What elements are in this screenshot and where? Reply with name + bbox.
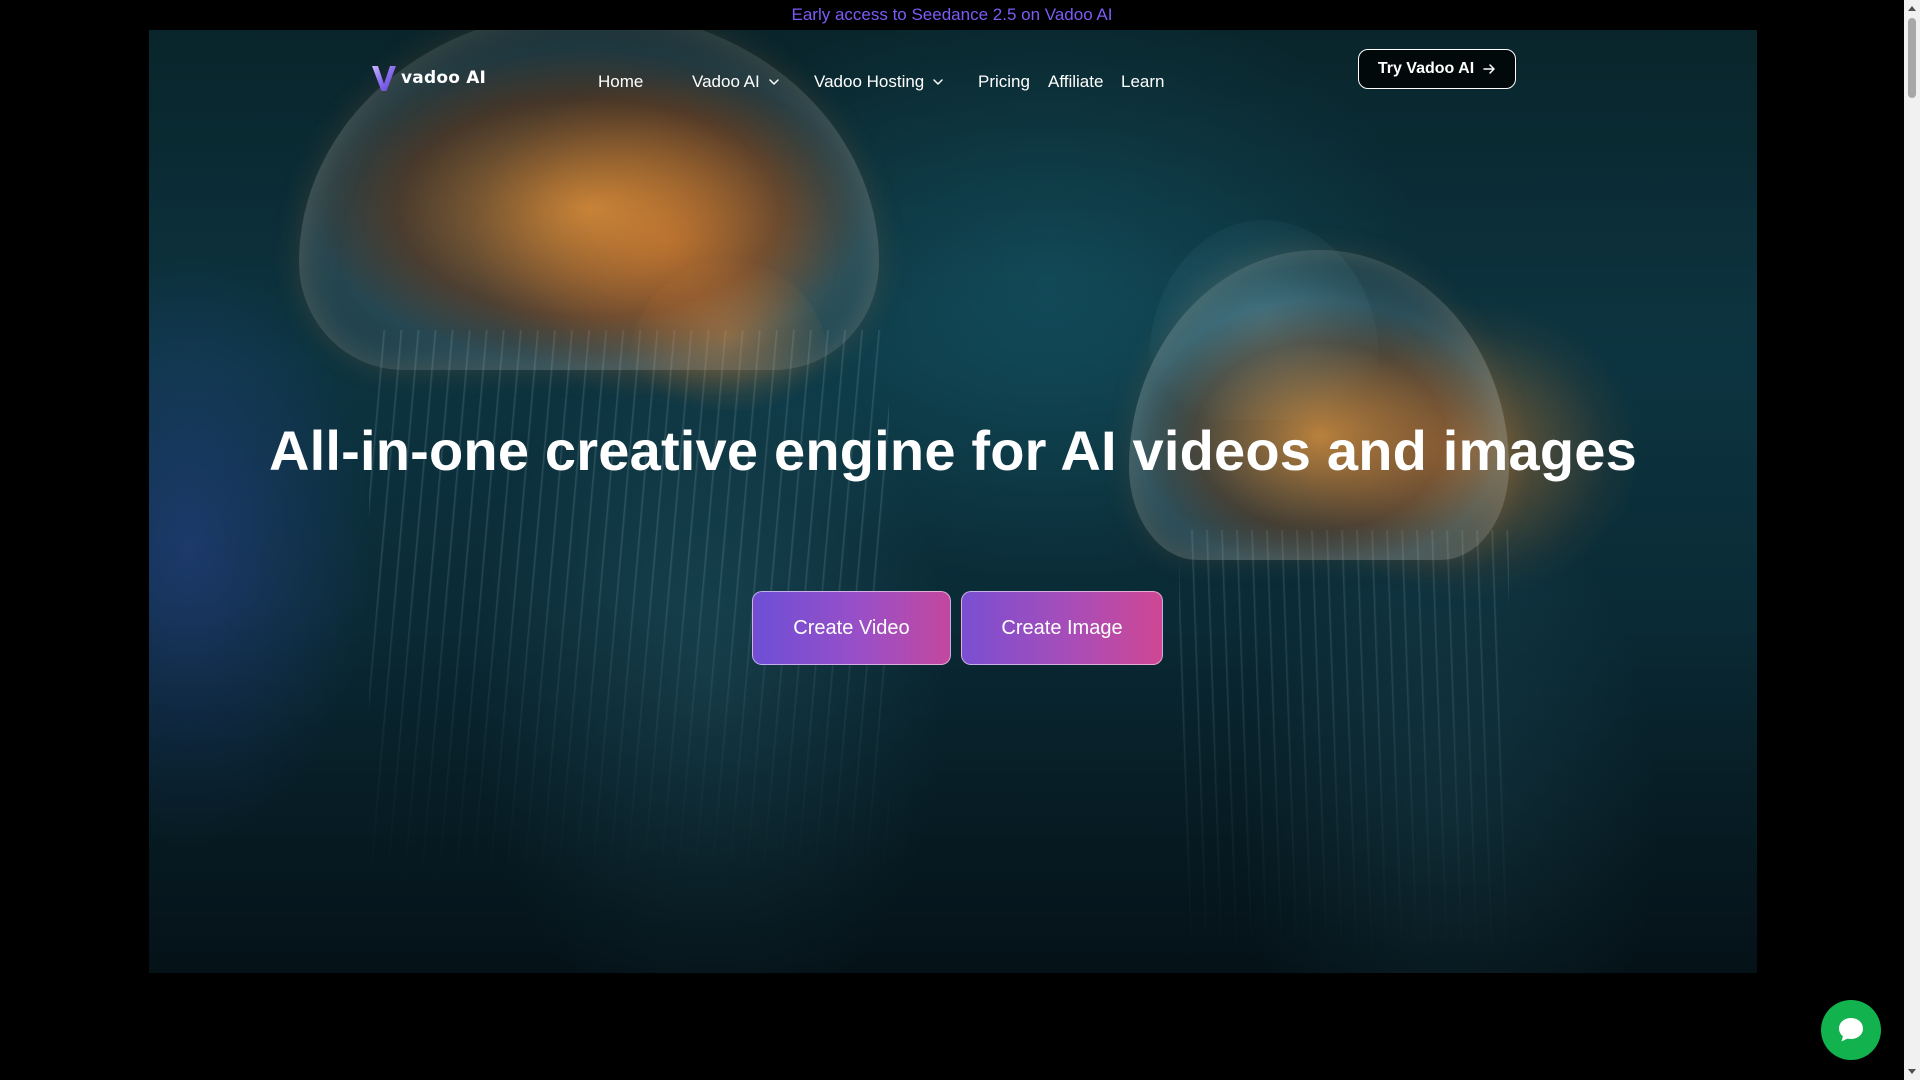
page-scrollbar[interactable] [1904, 0, 1920, 1080]
try-button-label: Try Vadoo AI [1377, 60, 1475, 77]
announcement-bar[interactable]: Early access to Seedance 2.5 on Vadoo AI [0, 0, 1904, 30]
nav-label: Affiliate [1048, 72, 1104, 91]
announcement-text[interactable]: Early access to Seedance 2.5 on Vadoo AI [791, 5, 1112, 25]
nav-vadoo-ai[interactable]: Vadoo AI [692, 66, 780, 98]
chat-widget-button[interactable] [1821, 1000, 1881, 1060]
nav-label: Vadoo Hosting [814, 72, 925, 91]
arrow-right-icon [1483, 64, 1495, 74]
nav-vadoo-hosting[interactable]: Vadoo Hosting [814, 66, 944, 98]
scroll-down-arrow-icon[interactable] [1904, 1064, 1920, 1080]
hero-overlay [149, 30, 1757, 973]
scrollbar-thumb[interactable] [1908, 18, 1916, 98]
chevron-down-icon [933, 79, 944, 85]
hero-section: vadoo AI Home Vadoo AI Vadoo Hosting Pri… [149, 30, 1757, 973]
nav-affiliate[interactable]: Affiliate [1048, 66, 1103, 98]
hero-headline: All-in-one creative engine for AI videos… [268, 419, 1637, 482]
scroll-up-arrow-icon[interactable] [1904, 0, 1920, 16]
create-image-button[interactable]: Create Image [961, 591, 1163, 665]
nav-label: Learn [1121, 72, 1165, 91]
nav-label: Vadoo AI [692, 72, 760, 91]
nav-pricing[interactable]: Pricing [978, 66, 1030, 98]
chat-bubble-icon [1839, 1018, 1863, 1042]
chevron-down-icon [769, 79, 779, 85]
nav-label: Home [598, 72, 644, 91]
page: Early access to Seedance 2.5 on Vadoo AI… [0, 0, 1920, 1080]
logo-text: vadoo AI [401, 68, 487, 88]
nav-home[interactable]: Home [598, 66, 643, 98]
nav-label: Pricing [978, 72, 1030, 91]
v-logo-icon [372, 66, 396, 91]
create-image-label: Create Image [1001, 616, 1123, 639]
create-video-label: Create Video [793, 616, 910, 639]
nav-learn[interactable]: Learn [1121, 66, 1164, 98]
site-logo[interactable]: vadoo AI [371, 64, 486, 92]
create-video-button[interactable]: Create Video [752, 591, 951, 665]
try-vadoo-button[interactable]: Try Vadoo AI [1358, 49, 1516, 89]
